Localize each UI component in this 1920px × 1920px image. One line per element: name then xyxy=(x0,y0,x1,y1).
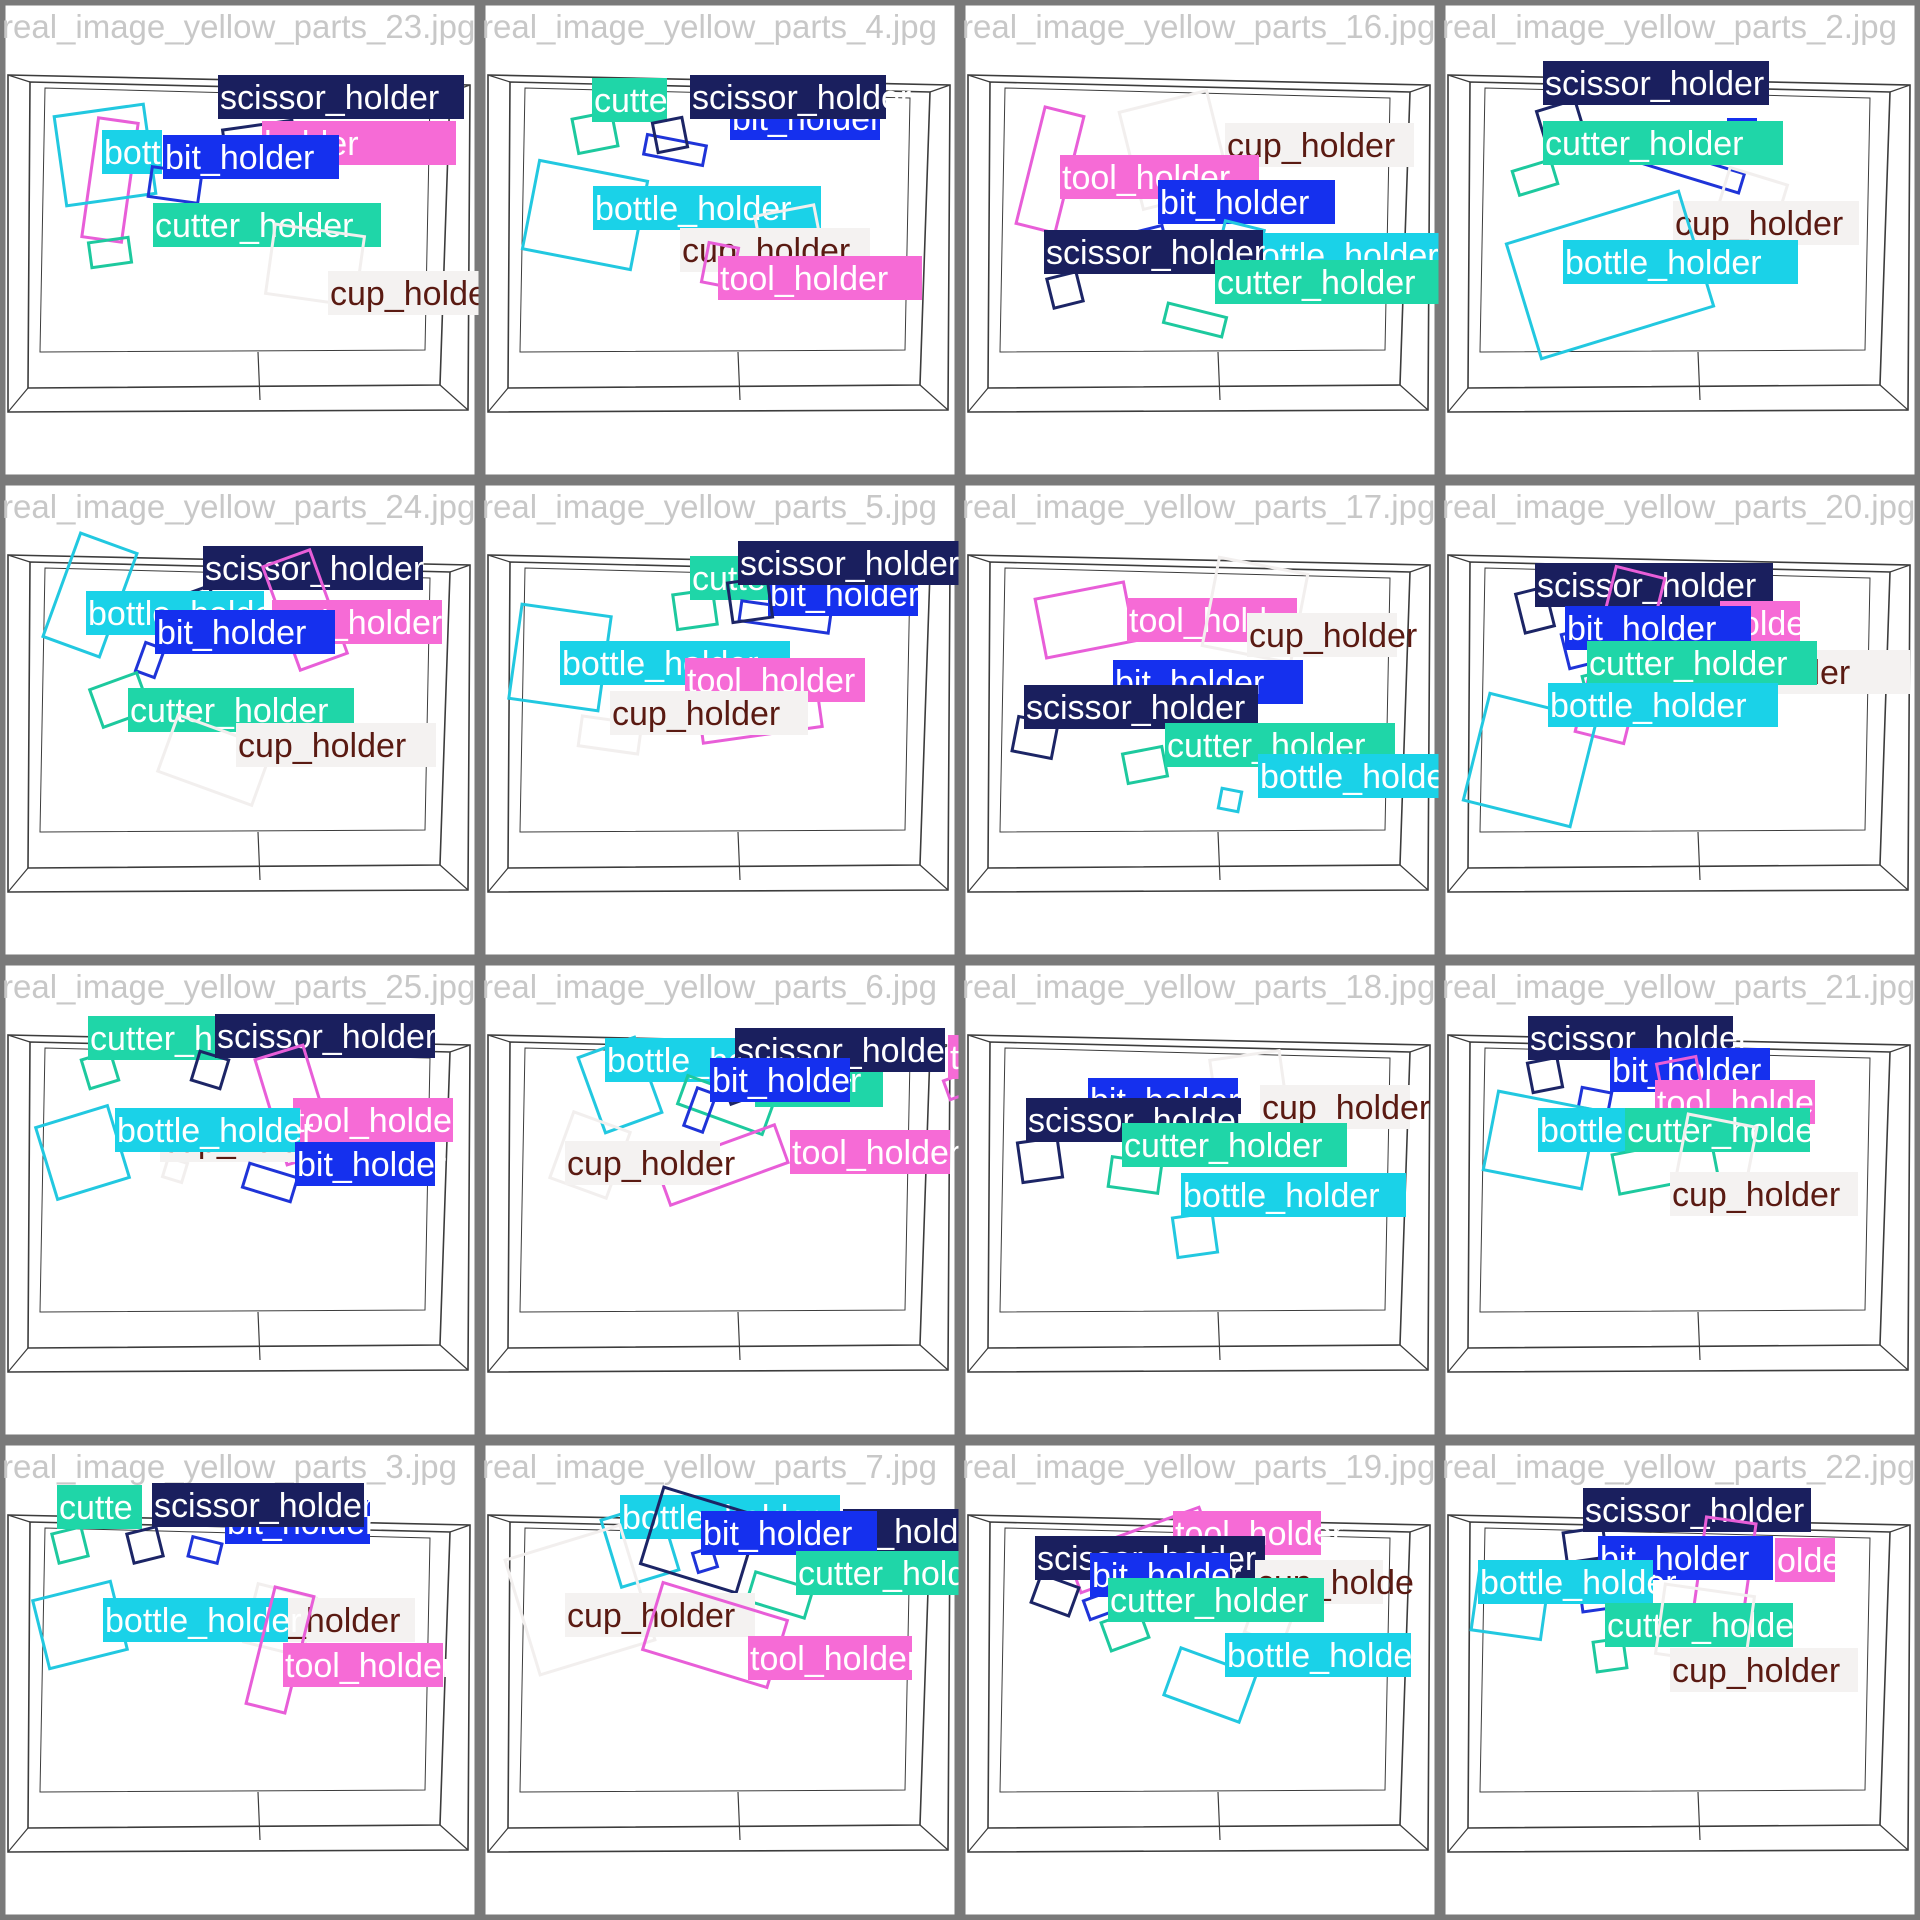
tile-filename: real_image_yellow_parts_18.jpg xyxy=(962,968,1435,1005)
detection-label: bottle_holder xyxy=(117,1112,314,1150)
detection-label: cutter_holder xyxy=(1627,1112,1825,1150)
image-tile: real_image_yellow_parts_22.jpg scissor_ho… xyxy=(1438,1438,1920,1920)
detection-label: bit_holder xyxy=(703,1515,852,1553)
detection-label: scissor_holder xyxy=(1545,65,1764,103)
image-tile: real_image_yellow_parts_25.jpg cutter_h sc… xyxy=(0,958,482,1442)
detection-label: cup_holder xyxy=(567,1145,735,1183)
detection-label: bottle_holder xyxy=(1260,758,1457,796)
image-tile: real_image_yellow_parts_23.jpg scissor_ho… xyxy=(0,0,517,482)
detection-label: cutter_holder xyxy=(1589,645,1787,683)
image-tile: real_image_yellow_parts_16.jpgcup_holder… xyxy=(958,0,1442,482)
detection-label: cutter_holder xyxy=(1607,1607,1805,1645)
detection-label: cup_holder xyxy=(567,1597,735,1635)
detection-label: cutter xyxy=(594,82,679,120)
detection-label: cup_holder xyxy=(330,275,498,313)
detection-label: scissor_holder xyxy=(205,550,424,588)
detection-label: scissor_holder xyxy=(1585,1492,1804,1530)
detection-label: bottle_holder xyxy=(1480,1564,1677,1602)
detection-label: scissor_holder xyxy=(220,79,439,117)
detection-label: older xyxy=(1777,1542,1853,1580)
tile-filename: real_image_yellow_parts_19.jpg xyxy=(962,1448,1435,1485)
detection-label: bottle_holder xyxy=(1183,1177,1380,1215)
detection-label: cup_holder xyxy=(1262,1089,1430,1127)
tile-filename: real_image_yellow_parts_22.jpg xyxy=(1442,1448,1915,1485)
detection-label: cutter_holder xyxy=(1110,1582,1308,1620)
detection-label: bottle_holder xyxy=(105,1602,302,1640)
detection-label: tool_holder xyxy=(792,1134,960,1172)
tile-filename: real_image_yellow_parts_4.jpg xyxy=(482,8,937,45)
detection-label: cutter_holder xyxy=(1217,264,1415,302)
detection-label: cutter_holder xyxy=(1124,1127,1322,1165)
detection-label: tool_holder xyxy=(750,1640,918,1678)
tile-filename: real_image_yellow_parts_3.jpg xyxy=(2,1448,457,1485)
detection-label: bit_holder xyxy=(1160,184,1309,222)
detection-label: cup_holder xyxy=(1672,1176,1840,1214)
tile-filename: real_image_yellow_parts_6.jpg xyxy=(482,968,937,1005)
detection-label: tool_holder xyxy=(295,1102,463,1140)
tile-filename: real_image_yellow_parts_17.jpg xyxy=(962,488,1435,525)
detection-label: scissor_holder xyxy=(217,1018,436,1056)
detection-label: bottle_holder xyxy=(1550,687,1747,725)
tile-filename: real_image_yellow_parts_5.jpg xyxy=(482,488,937,525)
image-tile: real_image_yellow_parts_19.jpgtool_holde… xyxy=(958,1438,1442,1920)
detection-label: cutter_holder xyxy=(155,207,353,245)
image-tile: real_image_yellow_parts_4.jpgcutterbit_h… xyxy=(478,0,962,482)
detection-label: tool_hold xyxy=(1129,602,1267,640)
detection-label: cup_holder xyxy=(238,727,406,765)
tile-filename: real_image_yellow_parts_23.jpg xyxy=(2,8,475,45)
detection-label: cup_holder xyxy=(612,695,780,733)
image-tile: real_image_yellow_parts_18.jpg cup_holder… xyxy=(958,958,1442,1442)
tile-filename: real_image_yellow_parts_25.jpg xyxy=(2,968,475,1005)
image-tile: real_image_yellow_parts_3.jpgcuttebit_ho… xyxy=(0,1438,482,1920)
detection-label: scissor_holder xyxy=(692,79,911,117)
image-tile: real_image_yellow_parts_20.jpgscissor_ho… xyxy=(1438,478,1920,962)
detection-label: scissor_holder xyxy=(740,545,959,583)
image-tile: real_image_yellow_parts_24.jpg scissor_ho… xyxy=(0,478,482,962)
detection-mosaic: real_image_yellow_parts_23.jpg scissor_ho… xyxy=(0,0,1920,1920)
detection-label: bit_holder xyxy=(157,614,306,652)
detection-label: cutter_holder xyxy=(1545,125,1743,163)
detection-label: cup_holder xyxy=(1249,617,1417,655)
detection-label: cup_holder xyxy=(1675,205,1843,243)
image-tile: real_image_yellow_parts_21.jpgscissor_ho… xyxy=(1438,958,1920,1442)
detection-label: bottle xyxy=(1540,1112,1623,1150)
detection-label: bit_holder xyxy=(165,139,314,177)
detection-label: bottle_holder xyxy=(1227,1637,1424,1675)
detection-label: cup_holder xyxy=(1672,1652,1840,1690)
detection-label: tool_holder xyxy=(720,260,888,298)
tile-filename: real_image_yellow_parts_20.jpg xyxy=(1442,488,1915,525)
detection-label: cutte xyxy=(59,1489,133,1527)
tile-filename: real_image_yellow_parts_16.jpg xyxy=(962,8,1435,45)
detection-label: bit_holder xyxy=(297,1146,446,1184)
detection-label: bottle_holder xyxy=(595,190,792,228)
detection-label: tool_holder xyxy=(285,1647,453,1685)
image-tile: real_image_yellow_parts_17.jpg tool_holdc… xyxy=(958,478,1493,962)
image-tile: real_image_yellow_parts_5.jpgcutterbit_h… xyxy=(478,478,964,962)
tile-filename: real_image_yellow_parts_21.jpg xyxy=(1442,968,1915,1005)
detection-label: cutter_h xyxy=(90,1020,213,1058)
image-tile: real_image_yellow_parts_7.jpgbottle_hold… xyxy=(478,1438,1021,1920)
tile-filename: real_image_yellow_parts_7.jpg xyxy=(482,1448,937,1485)
detection-label: bit_holder xyxy=(712,1062,861,1100)
tile-filename: real_image_yellow_parts_24.jpg xyxy=(2,488,475,525)
detection-label: scissor_holder xyxy=(1026,689,1245,727)
image-tile: real_image_yellow_parts_2.jpg scissor_hol… xyxy=(1438,0,1920,482)
detection-label: bottle_holder xyxy=(1565,244,1762,282)
detection-label: scissor_holder xyxy=(154,1487,373,1525)
tile-filename: real_image_yellow_parts_2.jpg xyxy=(1442,8,1897,45)
